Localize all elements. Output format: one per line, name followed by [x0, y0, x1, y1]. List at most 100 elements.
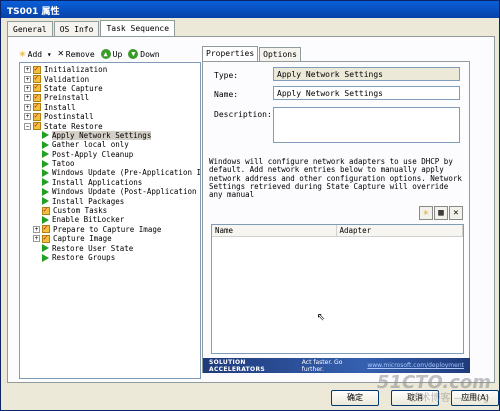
tree-node[interactable]: Custom Tasks: [24, 205, 200, 216]
properties-dialog: TS001 属性 General OS Info Task Sequence ✳…: [0, 0, 500, 411]
properties-icon: ▦: [438, 208, 444, 218]
expand-icon[interactable]: +: [24, 84, 31, 92]
down-arrow-icon: ▼: [128, 49, 139, 59]
step-arrow-icon: [42, 150, 49, 159]
tree-node-label: State Restore: [44, 121, 103, 131]
tree-node-label: Windows Update (Pre-Application I: [52, 168, 201, 178]
expand-icon[interactable]: +: [24, 113, 31, 121]
tree-node[interactable]: Apply Network Settings: [24, 130, 200, 140]
name-field[interactable]: Apply Network Settings: [273, 86, 460, 100]
banner-link[interactable]: www.microsoft.com/deployment: [367, 362, 464, 369]
tree-node-label: Install: [44, 102, 76, 112]
tree-node-label: Capture Image: [53, 234, 112, 244]
up-label: Up: [112, 49, 123, 59]
tree-node-label: Custom Tasks: [53, 206, 108, 216]
collapse-icon[interactable]: −: [24, 122, 31, 130]
add-label: Add ▾: [27, 49, 52, 59]
dialog-tabs: General OS Info Task Sequence: [7, 20, 176, 37]
tree-node-label: Restore User State: [52, 243, 134, 253]
tree-node-label: Postinstall: [44, 112, 94, 122]
watermark-subtitle: 技术博客 — Blog: [410, 393, 489, 404]
step-arrow-icon: [42, 253, 49, 262]
list-header: Name Adapter: [212, 225, 463, 237]
sequence-tree[interactable]: + Initialization + Validation + State Capture…: [19, 62, 201, 379]
tree-node-label: Prepare to Capture Image: [53, 224, 162, 234]
description-field[interactable]: [273, 107, 460, 143]
step-arrow-icon: [42, 244, 49, 253]
tree-node[interactable]: Restore Groups: [24, 253, 200, 262]
tree-node[interactable]: Enable BitLocker: [24, 215, 200, 224]
add-network-button[interactable]: ✳: [419, 206, 433, 220]
tab-os-info[interactable]: OS Info: [53, 21, 100, 36]
tree-node-label: Windows Update (Post-Application: [52, 187, 197, 197]
tree-node-label: Post-Apply Cleanup: [52, 149, 134, 159]
column-header-name[interactable]: Name: [212, 225, 337, 236]
banner-brand: SOLUTION ACCELERATORS: [209, 358, 266, 373]
tab-task-sequence[interactable]: Task Sequence: [100, 20, 176, 37]
group-folder-icon: [42, 233, 50, 243]
ok-button[interactable]: 确定: [331, 390, 379, 406]
title-bar: TS001 属性: [1, 1, 499, 18]
name-label: Name:: [214, 90, 239, 99]
expand-icon[interactable]: +: [24, 103, 31, 111]
tree-node[interactable]: + State Capture: [24, 82, 200, 93]
column-header-adapter[interactable]: Adapter: [337, 225, 463, 236]
network-info-text: Windows will configure network adapters …: [209, 157, 462, 200]
step-arrow-icon: [42, 178, 49, 187]
up-arrow-icon: ▲: [100, 49, 111, 59]
expand-icon[interactable]: +: [24, 75, 31, 83]
remove-button[interactable]: ✕ Remove: [58, 49, 95, 59]
tab-general[interactable]: General: [7, 21, 53, 36]
step-arrow-icon: [42, 159, 49, 168]
tree-node-label: Initialization: [44, 65, 108, 75]
solution-accelerators-banner: SOLUTION ACCELERATORS Act faster. Go fur…: [203, 358, 470, 373]
tree-node[interactable]: + Prepare to Capture Image: [24, 223, 200, 234]
tree-node[interactable]: + Capture Image: [24, 233, 200, 244]
expand-icon[interactable]: +: [33, 235, 40, 243]
tree-node-label: Validation: [44, 74, 90, 84]
tree-node[interactable]: Windows Update (Post-Application: [24, 187, 200, 196]
tree-node[interactable]: + Postinstall: [24, 111, 200, 122]
remove-icon: ✕: [57, 48, 64, 59]
type-label: Type:: [214, 71, 239, 80]
tree-node[interactable]: − State Restore: [24, 120, 200, 131]
tree-node-label: Enable BitLocker: [52, 215, 125, 225]
up-button[interactable]: ▲ Up: [100, 49, 123, 59]
group-folder-icon: [33, 120, 41, 131]
expand-icon[interactable]: +: [24, 94, 31, 102]
tree-node[interactable]: Install Packages: [24, 196, 200, 206]
network-list[interactable]: Name Adapter: [211, 224, 464, 354]
add-network-icon: ✳: [423, 208, 429, 218]
tree-node-label: Install Packages: [52, 196, 125, 206]
type-field: Apply Network Settings: [273, 67, 460, 81]
tab-options[interactable]: Options: [259, 47, 301, 61]
tree-node[interactable]: + Preinstall: [24, 92, 200, 102]
delete-network-button[interactable]: ✕: [449, 206, 463, 220]
tab-properties[interactable]: Properties: [202, 46, 259, 62]
step-arrow-icon: [42, 140, 49, 149]
tree-node[interactable]: + Install: [24, 101, 200, 112]
tree-node[interactable]: Restore User State: [24, 243, 200, 253]
expand-icon[interactable]: +: [33, 225, 40, 233]
tree-node[interactable]: + Validation: [24, 73, 200, 84]
tree-node-label: Install Applications: [52, 177, 143, 187]
expand-icon[interactable]: +: [24, 66, 31, 74]
list-buttons: ✳ ▦ ✕: [419, 206, 463, 220]
tree-node[interactable]: Gather local only: [24, 140, 200, 149]
tree-node[interactable]: + Initialization: [24, 64, 200, 75]
add-button[interactable]: ✳ Add ▾: [19, 48, 52, 59]
down-button[interactable]: ▼ Down: [128, 49, 160, 59]
sequence-toolbar: ✳ Add ▾ ✕ Remove ▲ Up ▼ Down: [19, 47, 160, 61]
edit-network-button[interactable]: ▦: [434, 206, 448, 220]
tree-node[interactable]: Post-Apply Cleanup: [24, 150, 200, 159]
tree-node-label: State Capture: [44, 83, 103, 93]
step-arrow-icon: [42, 168, 49, 177]
tree-node[interactable]: Install Applications: [24, 178, 200, 187]
tree-node[interactable]: Tatoo: [24, 159, 200, 168]
tree-node-label: Restore Groups: [52, 253, 116, 262]
tree-node-label: Gather local only: [52, 140, 129, 150]
tree-node[interactable]: Windows Update (Pre-Application I: [24, 168, 200, 177]
window-title: TS001 属性: [7, 7, 60, 17]
description-label: Description:: [214, 110, 272, 119]
step-arrow-icon: [42, 131, 49, 140]
